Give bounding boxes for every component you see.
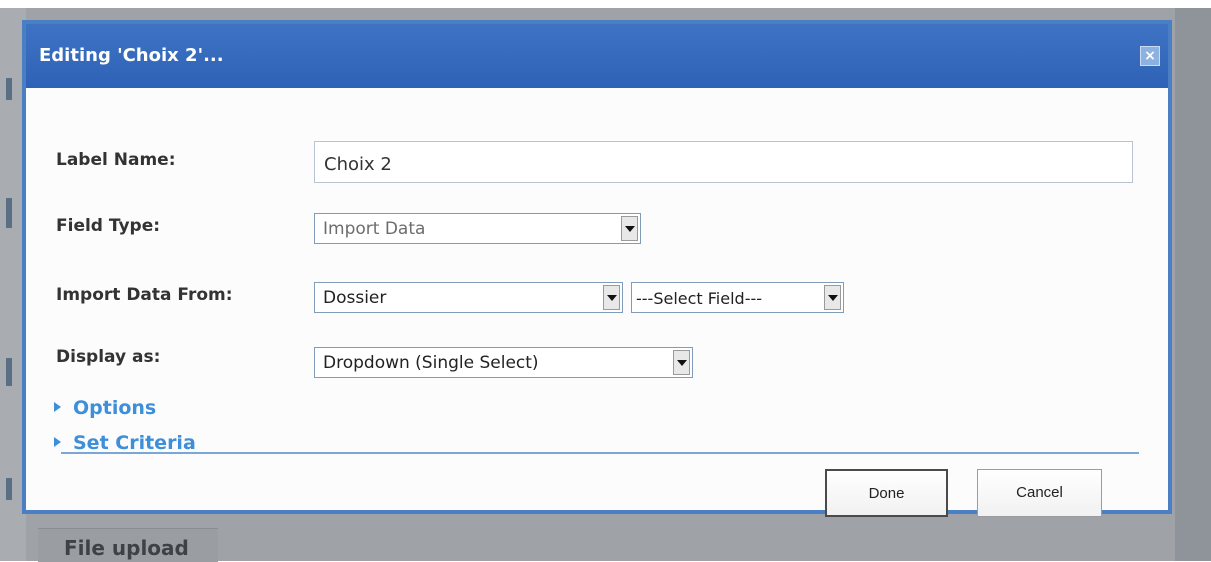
done-button[interactable]: Done bbox=[825, 469, 948, 517]
import-source-select[interactable]: Dossier bbox=[314, 282, 623, 313]
import-data-from-label: Import Data From: bbox=[56, 285, 233, 305]
dialog-body: Label Name: Choix 2 Field Type: Import D… bbox=[26, 88, 1168, 517]
label-name-input[interactable]: Choix 2 bbox=[314, 141, 1133, 183]
import-field-value: ---Select Field--- bbox=[636, 289, 763, 308]
divider bbox=[61, 452, 1139, 454]
display-as-value: Dropdown (Single Select) bbox=[323, 353, 539, 373]
field-type-select[interactable]: Import Data bbox=[314, 213, 641, 244]
edit-dialog: Editing 'Choix 2'... × Label Name: Choix… bbox=[22, 20, 1172, 517]
display-as-label: Display as: bbox=[56, 347, 161, 367]
dialog-header: Editing 'Choix 2'... × bbox=[26, 24, 1168, 88]
chevron-down-icon[interactable] bbox=[603, 285, 620, 310]
set-criteria-label: Set Criteria bbox=[73, 432, 196, 454]
import-source-value: Dossier bbox=[323, 288, 387, 308]
label-name-label: Label Name: bbox=[56, 150, 176, 170]
chevron-down-icon[interactable] bbox=[673, 350, 690, 375]
set-criteria-expander[interactable]: Set Criteria bbox=[54, 432, 196, 454]
dialog-title: Editing 'Choix 2'... bbox=[39, 45, 224, 66]
background-right-panel bbox=[1175, 8, 1211, 561]
triangle-right-icon bbox=[54, 437, 61, 447]
field-type-value: Import Data bbox=[323, 219, 426, 239]
cancel-button[interactable]: Cancel bbox=[977, 469, 1102, 517]
field-type-label: Field Type: bbox=[56, 216, 161, 236]
triangle-right-icon bbox=[54, 402, 61, 412]
chevron-down-icon[interactable] bbox=[621, 216, 638, 241]
options-expander[interactable]: Options bbox=[54, 397, 156, 419]
options-label: Options bbox=[73, 397, 157, 419]
import-field-select[interactable]: ---Select Field--- bbox=[631, 282, 844, 313]
background-upload-label: File upload bbox=[64, 536, 189, 560]
display-as-select[interactable]: Dropdown (Single Select) bbox=[314, 347, 693, 378]
close-icon[interactable]: × bbox=[1140, 46, 1160, 66]
chevron-down-icon[interactable] bbox=[824, 285, 841, 310]
